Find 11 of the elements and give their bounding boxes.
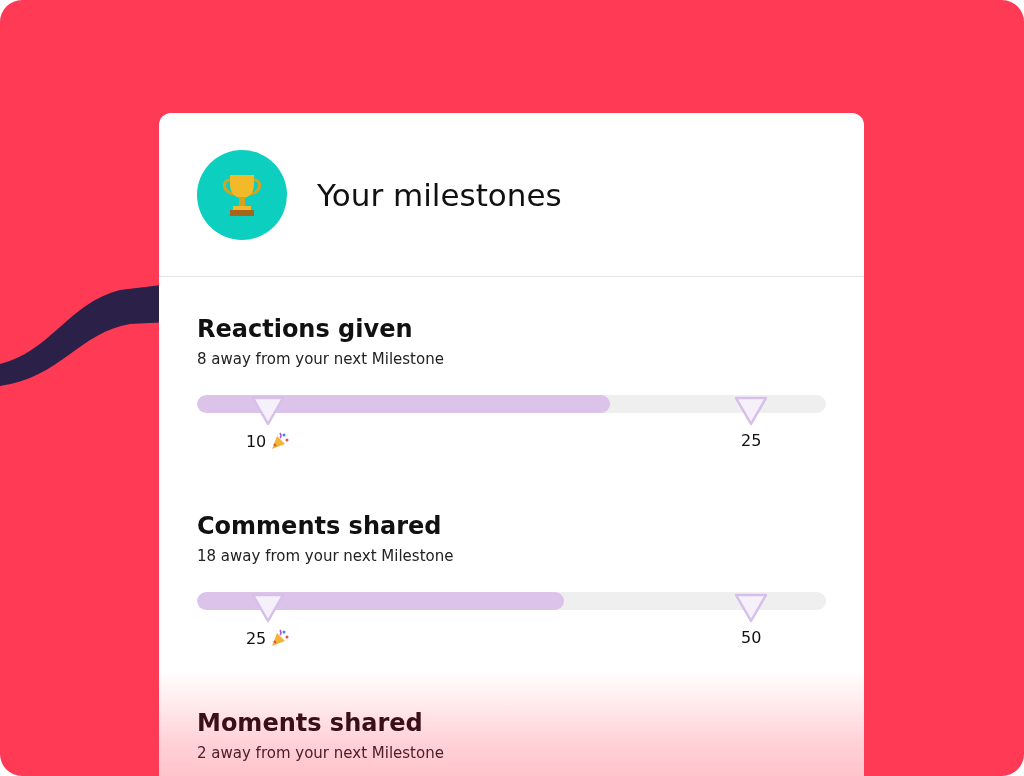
stat-subtitle: 8 away from your next Milestone <box>197 349 445 369</box>
milestone-label: 10 <box>245 431 267 451</box>
stat-subtitle: 2 away from your next Milestone <box>197 743 445 763</box>
card-title: Your milestones <box>317 176 562 213</box>
stat-heading: Reactions given <box>197 314 414 345</box>
stat-subtitle: 18 away from your next Milestone <box>197 546 455 566</box>
stat-heading: Moments shared <box>197 708 424 739</box>
milestone-label: 25 <box>740 431 762 450</box>
stat-heading: Comments shared <box>197 511 443 542</box>
milestone-label: 50 <box>740 628 762 647</box>
milestone-label: 25 <box>245 628 267 648</box>
